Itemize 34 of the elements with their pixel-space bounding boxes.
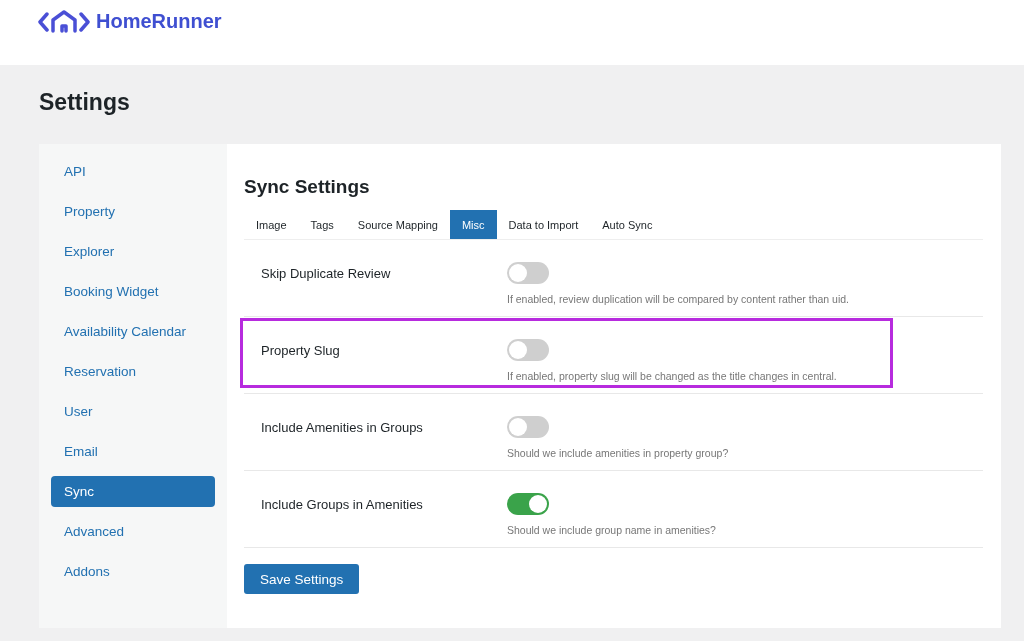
setting-description: Should we include group name in amenities? [507, 524, 716, 536]
tab[interactable]: Data to Import [496, 210, 591, 239]
sidebar-item[interactable]: Explorer [51, 236, 215, 267]
toggle-switch[interactable] [507, 493, 549, 515]
toggle-switch[interactable] [507, 416, 549, 438]
tab[interactable]: Tags [298, 210, 346, 239]
setting-description: If enabled, review duplication will be compared by content rather than uid. [507, 293, 850, 305]
section-title: Sync Settings [244, 176, 371, 198]
tab[interactable]: Misc [449, 210, 497, 239]
setting-label: Skip Duplicate Review [261, 265, 392, 283]
page-title: Settings [39, 89, 131, 116]
toggle-switch[interactable] [507, 339, 549, 361]
sidebar-item[interactable]: Availability Calendar [51, 316, 215, 347]
toggle-switch[interactable] [507, 262, 549, 284]
sidebar-item[interactable]: API [51, 156, 215, 187]
sidebar-item[interactable]: Email [51, 436, 215, 467]
setting-label: Include Amenities in Groups [261, 419, 424, 437]
house-logo-icon [38, 8, 90, 35]
sidebar-item[interactable]: Booking Widget [51, 276, 215, 307]
brand-name: HomeRunner [96, 10, 222, 33]
setting-description: Should we include amenities in property group? [507, 447, 729, 459]
tab[interactable]: Source Mapping [345, 210, 450, 239]
sidebar-item[interactable]: Addons [51, 556, 215, 587]
save-button[interactable]: Save Settings [244, 564, 360, 594]
setting-label: Property Slug [261, 342, 341, 360]
setting-label: Include Groups in Amenities [261, 496, 424, 514]
sidebar-item[interactable]: Property [51, 196, 215, 227]
sidebar-item[interactable]: Reservation [51, 356, 215, 387]
tab[interactable]: Image [244, 210, 299, 239]
tab[interactable]: Auto Sync [590, 210, 665, 239]
sidebar-item[interactable]: Advanced [51, 516, 215, 547]
setting-description: If enabled, property slug will be changed as the title changes in central. [507, 370, 837, 382]
sidebar-item[interactable]: User [51, 396, 215, 427]
sidebar-item[interactable]: Sync [51, 476, 215, 507]
